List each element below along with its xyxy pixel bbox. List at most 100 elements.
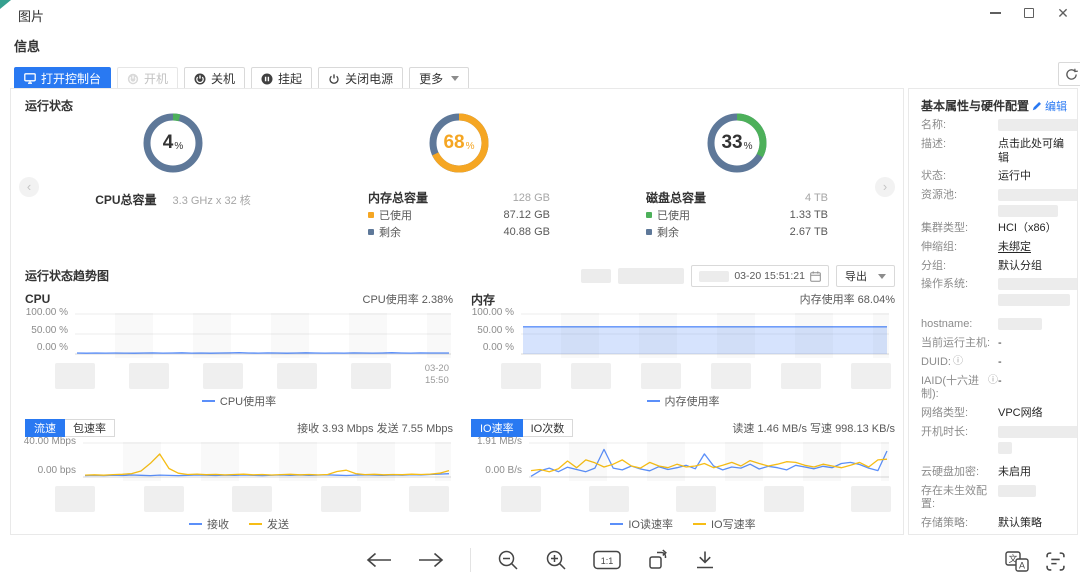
property-row: 云硬盘加密: 未启用 bbox=[921, 466, 1067, 480]
edit-button[interactable]: 编辑 bbox=[1032, 98, 1067, 114]
properties-list: 名称: 描述: 点击此处可编辑 bbox=[921, 119, 1067, 535]
more-button[interactable]: 更多 bbox=[409, 67, 469, 90]
carousel-next-button[interactable]: › bbox=[875, 177, 895, 197]
memory-total-label: 内存总容量 bbox=[368, 189, 428, 206]
x-axis-labels bbox=[501, 363, 895, 389]
property-row: 操作系统: bbox=[921, 278, 1067, 306]
actual-size-button[interactable]: 1:1 bbox=[593, 550, 621, 570]
chevron-down-icon bbox=[451, 76, 459, 85]
window-title: 图片 bbox=[18, 2, 44, 25]
legend-item[interactable]: IO读速率 bbox=[610, 517, 673, 531]
power-off-filled-icon bbox=[194, 73, 206, 85]
date-range-picker[interactable]: 03-20 15:51:21 bbox=[691, 265, 829, 287]
shutdown-button[interactable]: 关机 bbox=[184, 67, 245, 90]
chart-legend: 内存使用率 bbox=[471, 394, 895, 408]
rotate-button[interactable] bbox=[647, 549, 669, 571]
legend-item[interactable]: 发送 bbox=[249, 517, 289, 531]
redacted-filter[interactable] bbox=[581, 269, 611, 283]
property-row: 当前运行主机: - bbox=[921, 337, 1067, 351]
arrow-left-icon bbox=[366, 552, 392, 568]
power-off-button[interactable]: 关闭电源 bbox=[318, 67, 403, 90]
ocr-button[interactable] bbox=[1045, 551, 1066, 572]
x-axis-labels bbox=[55, 486, 453, 512]
disk-gauge: 33% 磁盘总容量4 TB 已使用1.33 TB 剩余2.67 TB bbox=[617, 111, 857, 240]
x-axis-end-label: 03-2015:50 bbox=[425, 363, 449, 387]
free-dot bbox=[368, 229, 374, 235]
redacted-x-label bbox=[409, 486, 449, 512]
toolbar-divider bbox=[470, 548, 471, 572]
export-dropdown[interactable]: 导出 bbox=[836, 265, 895, 287]
maximize-button[interactable] bbox=[1012, 0, 1046, 26]
redacted-x-label bbox=[641, 363, 681, 389]
download-icon bbox=[695, 550, 715, 570]
power-on-button[interactable]: 开机 bbox=[117, 67, 178, 90]
x-axis-labels: 03-2015:50 bbox=[55, 363, 453, 389]
chevron-down-icon bbox=[878, 274, 886, 283]
minimize-button[interactable] bbox=[978, 0, 1012, 26]
suspend-button[interactable]: 挂起 bbox=[251, 67, 312, 90]
arrow-right-icon bbox=[418, 552, 444, 568]
download-button[interactable] bbox=[695, 550, 715, 570]
property-row: DUID:ⓘ - bbox=[921, 356, 1067, 370]
redacted-value bbox=[998, 485, 1036, 497]
property-label: 开机时长: bbox=[921, 426, 998, 454]
chart-legend: 接收 发送 bbox=[25, 517, 453, 531]
one-to-one-icon: 1:1 bbox=[593, 550, 621, 570]
redacted-x-label bbox=[501, 486, 541, 512]
tab-io-count[interactable]: IO次数 bbox=[523, 419, 574, 437]
redacted-x-label bbox=[321, 486, 361, 512]
legend-item[interactable]: 接收 bbox=[189, 517, 229, 531]
legend-dash-icon bbox=[202, 400, 215, 402]
power-outline-icon bbox=[328, 73, 340, 85]
tab-flow-rate[interactable]: 流速 bbox=[25, 419, 65, 437]
redacted-x-label bbox=[55, 486, 95, 512]
property-row: hostname: bbox=[921, 318, 1067, 332]
tab-packet-rate[interactable]: 包速率 bbox=[65, 419, 115, 437]
vm-action-toolbar: 打开控制台 开机 关机 挂起 关闭电源 更多 bbox=[14, 67, 1080, 90]
disk-total-label: 磁盘总容量 bbox=[646, 189, 706, 206]
property-row: 存在未生效配置: bbox=[921, 485, 1067, 513]
legend-item[interactable]: IO写速率 bbox=[693, 517, 756, 531]
used-dot bbox=[646, 212, 652, 218]
redacted-value bbox=[998, 426, 1078, 438]
network-line-plot bbox=[83, 442, 451, 478]
legend-item[interactable]: 内存使用率 bbox=[647, 394, 720, 408]
zoom-in-button[interactable] bbox=[545, 549, 567, 571]
cpu-gauge: 4% CPU总容量 3.3 GHz x 32 核 bbox=[53, 111, 293, 208]
zoom-out-button[interactable] bbox=[497, 549, 519, 571]
io-line-plot bbox=[529, 442, 889, 478]
close-button[interactable]: ✕ bbox=[1046, 0, 1080, 26]
back-button[interactable] bbox=[366, 552, 392, 568]
tab-io-rate[interactable]: IO速率 bbox=[471, 419, 523, 437]
redacted-x-label bbox=[501, 363, 541, 389]
free-dot bbox=[646, 229, 652, 235]
legend-dash-icon bbox=[249, 523, 262, 525]
refresh-button[interactable] bbox=[1058, 62, 1080, 86]
property-row: 网络类型: VPC网络 bbox=[921, 407, 1067, 421]
translate-icon: 文 A bbox=[1005, 551, 1029, 572]
pencil-icon bbox=[1032, 101, 1042, 111]
redacted-x-label bbox=[851, 363, 891, 389]
redacted-filter[interactable] bbox=[618, 268, 684, 284]
translate-button[interactable]: 文 A bbox=[1005, 551, 1029, 572]
redacted-x-label bbox=[55, 363, 95, 389]
forward-button[interactable] bbox=[418, 552, 444, 568]
carousel-prev-button[interactable]: ‹ bbox=[19, 177, 39, 197]
y-axis-labels: 40.00 Mbps0.00 bps bbox=[25, 437, 83, 476]
open-console-button[interactable]: 打开控制台 bbox=[14, 67, 111, 90]
info-icon[interactable]: ⓘ bbox=[953, 356, 963, 367]
info-icon[interactable]: ⓘ bbox=[988, 375, 998, 386]
property-value: 未启用 bbox=[998, 466, 1031, 480]
property-value: HCI（x86） bbox=[998, 222, 1057, 236]
redacted-x-label bbox=[781, 363, 821, 389]
svg-text:1:1: 1:1 bbox=[600, 556, 613, 566]
redacted-value bbox=[998, 205, 1058, 217]
property-label: 伸缩组: bbox=[921, 241, 998, 255]
redacted-value bbox=[998, 294, 1070, 306]
chart-legend: CPU使用率 bbox=[25, 394, 453, 408]
property-label: 网络类型: bbox=[921, 407, 998, 421]
redacted-x-label bbox=[129, 363, 169, 389]
legend-item[interactable]: CPU使用率 bbox=[202, 394, 276, 408]
x-axis-labels bbox=[501, 486, 895, 512]
cpu-spec: 3.3 GHz x 32 核 bbox=[173, 192, 251, 208]
